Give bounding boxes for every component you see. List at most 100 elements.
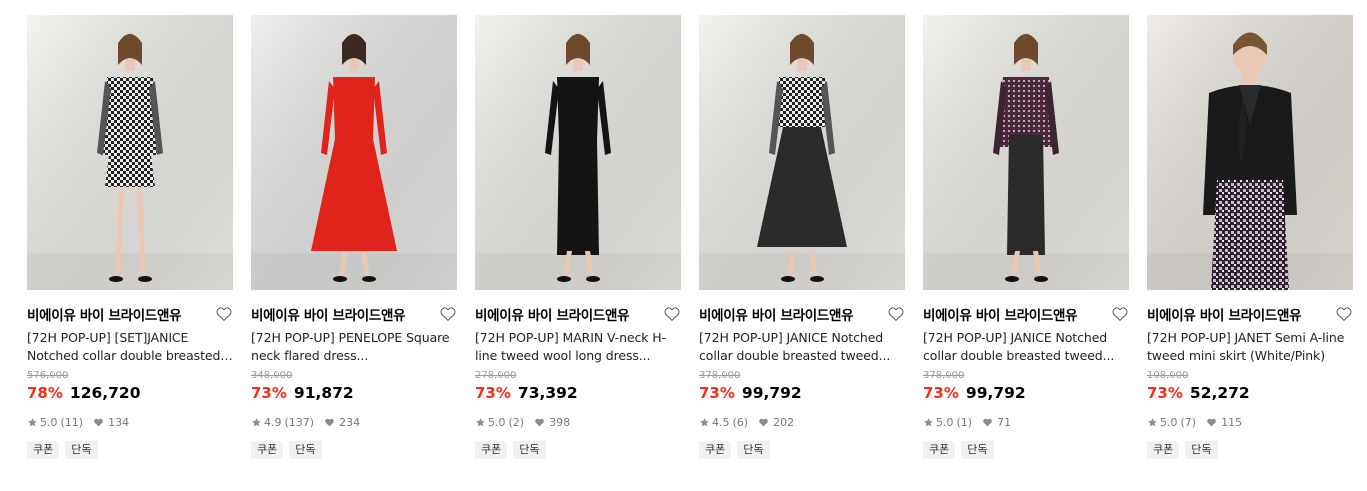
product-title[interactable]: [72H POP-UP] JANET Semi A-line tweed min…	[1147, 329, 1353, 365]
brand-name[interactable]: 비에이유 바이 브라이드앤유	[251, 304, 406, 324]
like-count: 134	[108, 415, 130, 429]
star-icon	[924, 417, 933, 426]
product-image[interactable]	[923, 15, 1129, 290]
product-image[interactable]	[27, 15, 233, 290]
brand-name[interactable]: 비에이유 바이 브라이드앤유	[27, 304, 182, 324]
product-image[interactable]	[475, 15, 681, 290]
rating-value: 4.5	[712, 415, 730, 429]
discount-rate: 73%	[1147, 384, 1183, 402]
like-count: 234	[339, 415, 361, 429]
tag-badge: 쿠폰	[251, 441, 284, 459]
tag-badge: 쿠폰	[475, 441, 508, 459]
original-price: 278,000	[475, 370, 517, 381]
like-count: 71	[997, 415, 1012, 429]
tag-list: 쿠폰 단독	[251, 441, 457, 459]
tag-badge: 쿠폰	[27, 441, 60, 459]
tag-badge: 단독	[961, 441, 994, 459]
product-card[interactable]: 비에이유 바이 브라이드앤유 [72H POP-UP] MARIN V-neck…	[475, 15, 681, 459]
review-count: (11)	[60, 415, 84, 429]
rating-row: 4.9 (137) 234	[251, 415, 457, 429]
original-price: 378,000	[923, 370, 965, 381]
star-icon	[28, 417, 37, 426]
sale-price: 52,272	[1189, 384, 1250, 402]
heart-outline-icon[interactable]	[1335, 305, 1353, 323]
original-price: 108,000	[1147, 370, 1189, 381]
tag-badge: 쿠폰	[699, 441, 732, 459]
heart-filled-icon	[759, 418, 768, 426]
product-title[interactable]: [72H POP-UP] [SET]JANICE Notched collar …	[27, 329, 233, 365]
rating-row: 4.5 (6) 202	[699, 415, 905, 429]
product-title[interactable]: [72H POP-UP] PENELOPE Square neck flared…	[251, 329, 457, 365]
brand-name[interactable]: 비에이유 바이 브라이드앤유	[1147, 304, 1302, 324]
product-card[interactable]: 비에이유 바이 브라이드앤유 [72H POP-UP] JANICE Notch…	[923, 15, 1129, 459]
review-count: (137)	[284, 415, 315, 429]
original-price: 348,000	[251, 370, 293, 381]
product-image[interactable]	[699, 15, 905, 290]
rating-value: 5.0	[40, 415, 58, 429]
product-photo-illustration	[251, 15, 457, 290]
tag-list: 쿠폰 단독	[699, 441, 905, 459]
tag-badge: 쿠폰	[1147, 441, 1180, 459]
product-title[interactable]: [72H POP-UP] JANICE Notched collar doubl…	[699, 329, 905, 365]
tag-badge: 단독	[737, 441, 770, 459]
rating-row: 5.0 (1) 71	[923, 415, 1129, 429]
brand-name[interactable]: 비에이유 바이 브라이드앤유	[699, 304, 854, 324]
rating-value: 5.0	[1160, 415, 1178, 429]
heart-filled-icon	[325, 418, 334, 426]
product-image[interactable]	[251, 15, 457, 290]
star-icon	[252, 417, 261, 426]
tag-list: 쿠폰 단독	[27, 441, 233, 459]
discount-rate: 73%	[475, 384, 511, 402]
original-price: 378,000	[699, 370, 741, 381]
like-count: 115	[1221, 415, 1243, 429]
discount-rate: 73%	[699, 384, 735, 402]
product-title[interactable]: [72H POP-UP] MARIN V-neck H-line tweed w…	[475, 329, 681, 365]
product-card[interactable]: 비에이유 바이 브라이드앤유 [72H POP-UP] JANICE Notch…	[699, 15, 905, 459]
product-photo-illustration	[923, 15, 1129, 290]
heart-outline-icon[interactable]	[439, 305, 457, 323]
tag-list: 쿠폰 단독	[1147, 441, 1353, 459]
heart-filled-icon	[535, 418, 544, 426]
star-icon	[1148, 417, 1157, 426]
star-icon	[700, 417, 709, 426]
heart-outline-icon[interactable]	[663, 305, 681, 323]
discount-rate: 73%	[923, 384, 959, 402]
rating-row: 5.0 (7) 115	[1147, 415, 1353, 429]
star-icon	[476, 417, 485, 426]
rating-value: 5.0	[936, 415, 954, 429]
product-photo-illustration	[699, 15, 905, 290]
like-count: 398	[549, 415, 571, 429]
discount-rate: 78%	[27, 384, 63, 402]
product-image[interactable]	[1147, 15, 1353, 290]
sale-price: 99,792	[741, 384, 802, 402]
product-title[interactable]: [72H POP-UP] JANICE Notched collar doubl…	[923, 329, 1129, 365]
tag-list: 쿠폰 단독	[475, 441, 681, 459]
product-card[interactable]: 비에이유 바이 브라이드앤유 [72H POP-UP] JANET Semi A…	[1147, 15, 1353, 459]
tag-badge: 단독	[289, 441, 322, 459]
brand-name[interactable]: 비에이유 바이 브라이드앤유	[923, 304, 1078, 324]
review-count: (1)	[956, 415, 973, 429]
heart-outline-icon[interactable]	[1111, 305, 1129, 323]
heart-filled-icon	[1207, 418, 1216, 426]
sale-price: 91,872	[293, 384, 354, 402]
product-grid: 비에이유 바이 브라이드앤유 [72H POP-UP] [SET]JANICE …	[27, 15, 1353, 459]
tag-badge: 단독	[65, 441, 98, 459]
like-count: 202	[773, 415, 795, 429]
discount-rate: 73%	[251, 384, 287, 402]
rating-value: 4.9	[264, 415, 282, 429]
tag-badge: 단독	[1185, 441, 1218, 459]
rating-value: 5.0	[488, 415, 506, 429]
heart-filled-icon	[94, 418, 103, 426]
review-count: (7)	[1180, 415, 1197, 429]
sale-price: 126,720	[69, 384, 141, 402]
tag-badge: 쿠폰	[923, 441, 956, 459]
product-card[interactable]: 비에이유 바이 브라이드앤유 [72H POP-UP] PENELOPE Squ…	[251, 15, 457, 459]
brand-name[interactable]: 비에이유 바이 브라이드앤유	[475, 304, 630, 324]
heart-outline-icon[interactable]	[215, 305, 233, 323]
product-card[interactable]: 비에이유 바이 브라이드앤유 [72H POP-UP] [SET]JANICE …	[27, 15, 233, 459]
review-count: (6)	[732, 415, 749, 429]
product-photo-illustration	[475, 15, 681, 290]
review-count: (2)	[508, 415, 525, 429]
heart-outline-icon[interactable]	[887, 305, 905, 323]
original-price: 576,000	[27, 370, 69, 381]
